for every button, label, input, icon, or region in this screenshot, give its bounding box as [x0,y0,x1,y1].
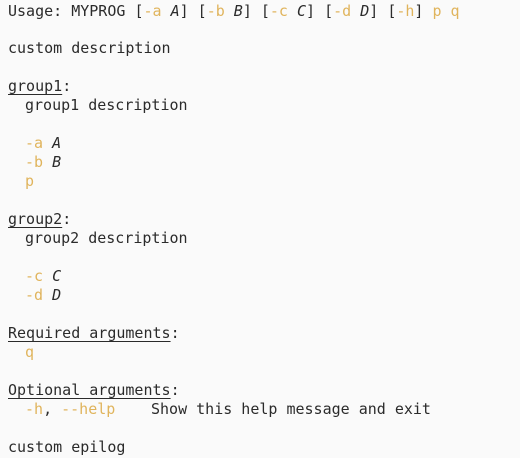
group2-title: group2 [8,210,63,228]
program-description: custom description [8,39,171,57]
usage-opt-h: -h [396,2,415,20]
help-description: Show this help message and exit [151,400,431,418]
group1-arg-b: -b B [25,153,62,171]
group2-description: group2 description [25,229,188,247]
group1-heading: group1: [8,77,72,95]
group1-description: group1 description [25,96,188,114]
usage-meta-b: B [233,2,243,20]
usage-opt-b: -b [206,2,225,20]
usage-opt-a: -a [143,2,162,20]
program-epilog: custom epilog [8,438,126,456]
usage-prefix: Usage: [8,2,63,20]
prog-name: MYPROG [71,2,126,20]
required-title: Required arguments [8,324,171,342]
group1-title: group1 [8,77,63,95]
optional-title: Optional arguments [8,381,171,399]
optional-heading: Optional arguments: [8,381,180,399]
usage-meta-a: A [170,2,180,20]
usage-opt-c: -c [269,2,288,20]
usage-pos-p: p [432,2,442,20]
help-short-flag: -h [25,400,44,418]
group2-arg-d: -d D [25,286,62,304]
usage-pos-q: q [450,2,460,20]
usage-opt-d: -d [333,2,352,20]
usage-meta-c: C [297,2,307,20]
group2-heading: group2: [8,210,72,228]
group1-arg-p: p [25,172,35,190]
required-arg-q: q [25,343,35,361]
help-long-flag: --help [61,400,116,418]
terminal-output: Usage: MYPROG [-a A] [-b B] [-c C] [-d D… [0,0,520,458]
usage-line: Usage: MYPROG [-a A] [-b B] [-c C] [-d D… [8,2,460,20]
required-heading: Required arguments: [8,324,180,342]
optional-help-row: -h, --help Show this help message and exi… [25,400,431,418]
usage-meta-d: D [360,2,370,20]
group1-arg-a: -a A [25,134,62,152]
group2-arg-c: -c C [25,267,62,285]
